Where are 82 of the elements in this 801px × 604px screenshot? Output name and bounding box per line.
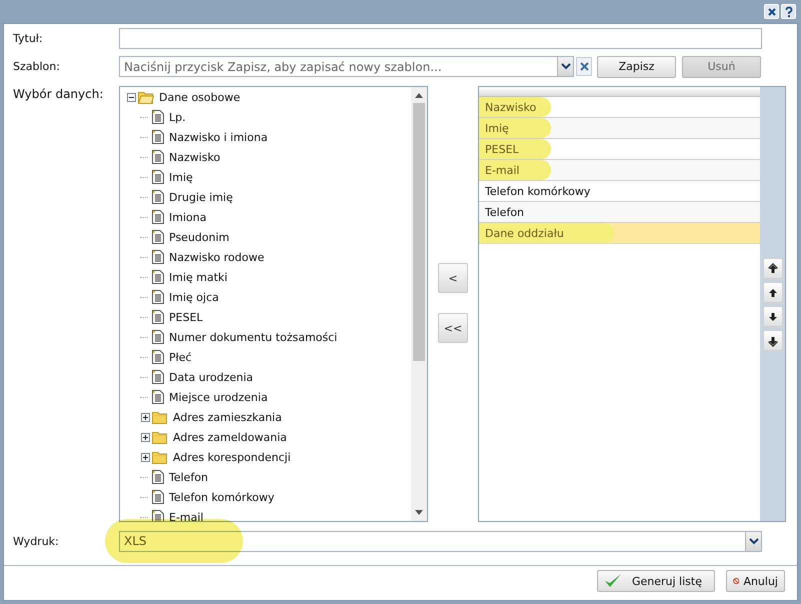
document-icon [152,250,164,264]
move-down-button[interactable] [762,306,782,327]
scrollbar-thumb[interactable] [413,103,425,361]
folder-icon [152,430,168,444]
document-icon [152,170,164,184]
dropdown-icon[interactable] [745,532,761,550]
list-item[interactable]: Dane oddziału [479,223,760,244]
tree-item[interactable]: Nazwisko i imiona [169,130,268,144]
scroll-down-icon[interactable] [415,510,423,515]
close-icon [766,6,776,16]
expand-icon[interactable] [140,432,150,442]
move-bottom-button[interactable] [762,330,782,351]
tree-item[interactable]: Telefon [169,470,208,484]
dropdown-icon[interactable] [557,57,573,76]
clear-button[interactable] [576,57,592,76]
tree-item[interactable]: Płeć [169,350,192,364]
move-top-button[interactable] [762,258,782,279]
document-icon [152,370,164,384]
down-arrow-icon [766,310,778,322]
expand-icon[interactable] [140,452,150,462]
open-folder-icon [138,90,154,104]
field-label: Wydruk: [12,534,60,548]
move-button[interactable]: < [438,263,468,293]
document-icon [152,210,164,224]
save-button[interactable]: Zapisz [597,56,676,78]
field-label: Tytuł: [12,32,44,44]
tree-item[interactable]: Adres korespondencji [173,450,291,464]
check-icon [604,573,622,589]
tree-item[interactable]: Drugie imię [169,190,233,204]
document-icon [152,150,164,164]
tree-item[interactable]: Nazwisko [169,150,220,164]
tree-item[interactable]: Pseudonim [169,230,230,244]
document-icon [152,310,164,324]
document-icon [152,130,164,144]
document-icon [152,330,164,344]
tree-item[interactable]: Imię matki [169,270,228,284]
tree-item[interactable]: Imiona [169,210,206,224]
list-item[interactable]: Imię [479,118,760,139]
up-arrow-icon [766,286,778,298]
document-icon [152,110,164,124]
close-button[interactable] [764,4,779,19]
move-up-button[interactable] [762,282,782,303]
tree-item[interactable]: Adres zamieszkania [173,410,282,424]
move-button[interactable]: << [438,313,468,343]
scroll-up-icon[interactable] [415,93,423,98]
document-icon [152,390,164,404]
document-icon [152,190,164,204]
down-arrow-icon [766,334,778,346]
tree-item[interactable]: Data urodzenia [169,370,254,384]
folder-icon [152,410,168,424]
document-icon [152,270,164,284]
tree-item[interactable]: Miejsce urodzenia [169,390,268,404]
document-icon [152,230,164,244]
document-icon [152,470,164,484]
tree-item[interactable]: Telefon komórkowy [169,490,274,504]
generate-button[interactable]: Generuj listę [597,570,715,592]
tree-item[interactable]: PESEL [169,310,203,324]
tree-item[interactable]: Adres zameldowania [173,430,287,444]
help-icon [784,6,794,18]
clear-icon [580,62,588,71]
tree-item[interactable]: Nazwisko rodowe [169,250,264,264]
folder-icon [152,450,168,464]
document-icon [152,350,164,364]
tree-item[interactable]: Dane osobowe [159,90,240,104]
tree-item[interactable]: Numer dokumentu tożsamości [169,330,338,344]
field-label: Wybór danych: [12,86,104,101]
tree-item[interactable]: Lp. [169,110,186,124]
list-item[interactable]: Telefon [479,202,760,223]
collapse-icon[interactable] [126,92,136,102]
up-arrow-icon [766,262,778,274]
scrollbar[interactable] [411,87,427,521]
document-icon [152,490,164,504]
title-input[interactable] [119,28,762,48]
document-icon [152,290,164,304]
tree-item[interactable]: Imię ojca [169,290,219,304]
help-button[interactable] [781,4,796,19]
template-combobox[interactable]: Naciśnij przycisk Zapisz, aby zapisać nowy szablon... [119,56,574,77]
field-label: Szablon: [12,60,61,73]
expand-icon[interactable] [140,412,150,422]
cancel-button[interactable]: Anuluj [726,570,785,592]
tree-item[interactable]: Imię [169,170,193,184]
list-item[interactable]: E-mail [479,160,760,181]
